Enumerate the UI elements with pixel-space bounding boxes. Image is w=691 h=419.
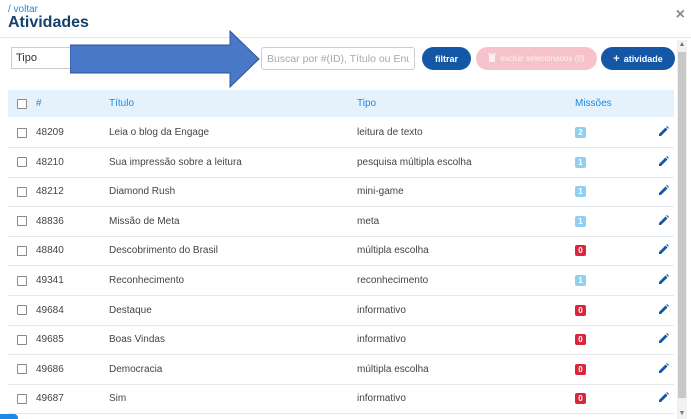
row-title: Destaque <box>109 304 152 316</box>
row-checkbox[interactable] <box>17 245 27 256</box>
table-row[interactable]: 49684 Destaque informativo 0 <box>8 296 674 326</box>
row-checkbox[interactable] <box>17 364 27 375</box>
missions-badge: 0 <box>575 334 586 346</box>
scroll-down-icon[interactable]: ▼ <box>677 409 687 419</box>
pencil-icon[interactable] <box>658 244 669 258</box>
column-title[interactable]: Título <box>109 90 134 117</box>
row-title: Sua impressão sobre a leitura <box>109 156 242 168</box>
row-id: 49686 <box>36 363 64 375</box>
row-checkbox[interactable] <box>17 275 27 286</box>
row-id: 48209 <box>36 127 64 138</box>
missions-badge: 0 <box>575 304 586 316</box>
table-row[interactable]: 49685 Boas Vindas informativo 0 <box>8 325 674 356</box>
row-title: Descobrimento do Brasil <box>109 245 218 257</box>
bottom-tab <box>0 414 18 419</box>
row-title: Diamond Rush <box>109 186 176 198</box>
missions-badge: 0 <box>575 245 586 257</box>
row-type: informativo <box>357 334 406 346</box>
missions-badge: 1 <box>575 215 586 227</box>
pencil-icon[interactable] <box>658 155 669 170</box>
column-id[interactable]: # <box>36 90 42 117</box>
missions-badge: 0 <box>575 393 586 405</box>
row-title: Sim <box>109 393 127 405</box>
row-id: 48210 <box>36 156 64 168</box>
row-type: reconhecimento <box>357 275 429 286</box>
row-checkbox[interactable] <box>17 127 27 138</box>
plus-icon: + <box>613 52 620 65</box>
row-type: meta <box>357 215 380 227</box>
pencil-icon[interactable] <box>658 333 669 347</box>
table-row[interactable]: 48209 Leia o blog da Engage leitura de t… <box>8 118 674 148</box>
row-type: mini-game <box>357 186 404 198</box>
arrow-icon <box>70 30 260 88</box>
table-row[interactable]: 49341 Reconhecimento reconhecimento 1 <box>8 266 674 296</box>
row-title: Missão de Meta <box>109 215 180 227</box>
select-all-checkbox[interactable] <box>17 98 27 109</box>
row-id: 48836 <box>36 215 64 227</box>
row-type: informativo <box>357 393 406 405</box>
column-missions[interactable]: Missões <box>575 90 612 117</box>
delete-selected-label: excluir selecionados (0) <box>500 54 585 63</box>
pencil-icon[interactable] <box>658 185 669 199</box>
type-select[interactable]: Tipo <box>11 47 79 69</box>
table-row[interactable]: 48840 Descobrimento do Brasil múltipla e… <box>8 236 674 267</box>
add-activity-label: atividade <box>623 53 663 64</box>
scrollbar[interactable]: ▲ ▼ <box>677 40 687 419</box>
pencil-icon[interactable] <box>658 126 669 140</box>
missions-badge: 2 <box>575 127 586 138</box>
missions-badge: 1 <box>575 275 586 286</box>
row-id: 48212 <box>36 186 64 198</box>
search-input[interactable] <box>261 47 415 70</box>
table-row[interactable]: 49687 Sim informativo 0 <box>8 384 674 415</box>
row-checkbox[interactable] <box>17 186 27 197</box>
row-checkbox[interactable] <box>17 305 27 316</box>
row-checkbox[interactable] <box>17 157 27 168</box>
pencil-icon[interactable] <box>658 362 669 377</box>
row-title: Reconhecimento <box>109 275 185 286</box>
pencil-icon[interactable] <box>658 274 669 288</box>
row-checkbox[interactable] <box>17 216 27 227</box>
scroll-thumb[interactable] <box>678 52 686 398</box>
row-id: 49684 <box>36 304 64 316</box>
row-type: múltipla escolha <box>357 363 429 375</box>
filter-button[interactable]: filtrar <box>422 47 471 70</box>
row-type: múltipla escolha <box>357 245 429 257</box>
table-row[interactable]: 48836 Missão de Meta meta 1 <box>8 207 674 237</box>
table-header: # Título Tipo Missões <box>8 90 674 117</box>
row-id: 49687 <box>36 393 64 405</box>
row-type: informativo <box>357 304 406 316</box>
trash-icon <box>488 53 497 64</box>
missions-badge: 1 <box>575 156 586 168</box>
row-checkbox[interactable] <box>17 393 27 404</box>
row-id: 49341 <box>36 275 64 286</box>
missions-badge: 0 <box>575 363 586 375</box>
column-type[interactable]: Tipo <box>357 90 376 117</box>
row-id: 48840 <box>36 245 64 257</box>
table-row[interactable]: 49686 Democracia múltipla escolha 0 <box>8 355 674 385</box>
table-row[interactable]: 48212 Diamond Rush mini-game 1 <box>8 177 674 208</box>
pencil-icon[interactable] <box>658 214 669 229</box>
missions-badge: 1 <box>575 186 586 198</box>
row-id: 49685 <box>36 334 64 346</box>
row-title: Boas Vindas <box>109 334 165 346</box>
delete-selected-button[interactable]: excluir selecionados (0) <box>476 47 597 70</box>
row-type: pesquisa múltipla escolha <box>357 156 472 168</box>
row-checkbox[interactable] <box>17 334 27 345</box>
pencil-icon[interactable] <box>658 303 669 318</box>
pencil-icon[interactable] <box>658 392 669 406</box>
close-icon[interactable]: × <box>676 6 685 24</box>
row-type: leitura de texto <box>357 127 423 138</box>
row-title: Leia o blog da Engage <box>109 127 210 138</box>
row-title: Democracia <box>109 363 163 375</box>
table-row[interactable]: 48210 Sua impressão sobre a leitura pesq… <box>8 148 674 178</box>
add-activity-button[interactable]: + atividade <box>601 47 675 70</box>
scroll-up-icon[interactable]: ▲ <box>677 40 687 50</box>
